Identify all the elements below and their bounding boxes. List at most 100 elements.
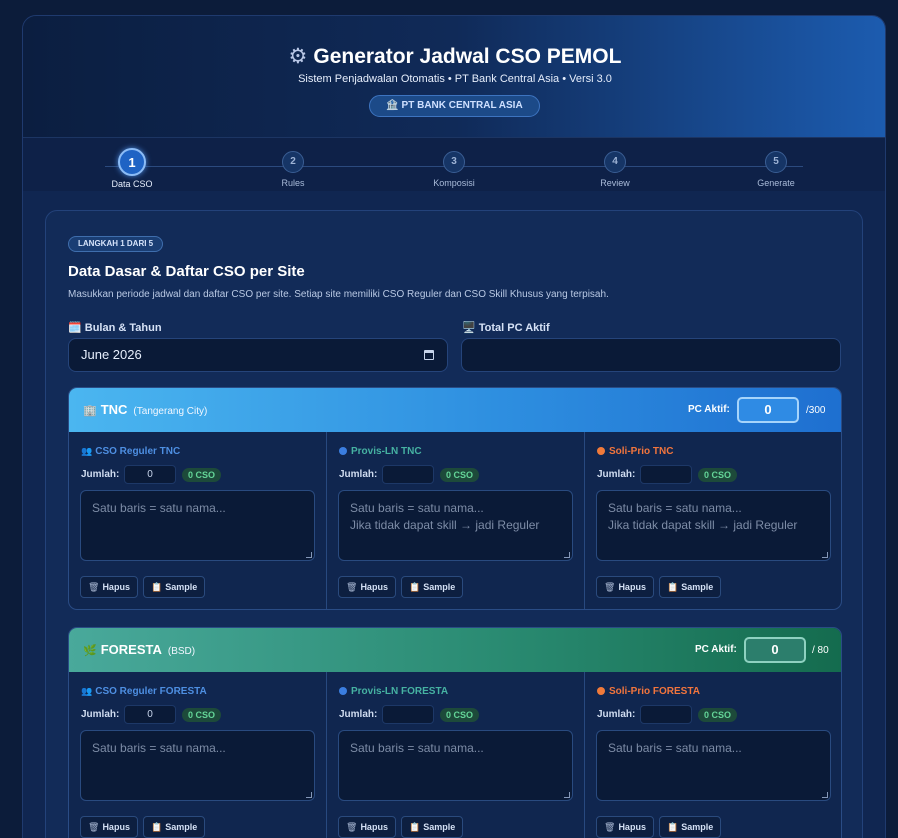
pc-aktif-label: PC Aktif: — [688, 404, 730, 415]
gear-icon: ⚙ — [288, 45, 308, 68]
pc-max: /300 — [806, 405, 826, 416]
section-title: Data Dasar & Daftar CSO per Site — [68, 263, 305, 280]
names-textarea[interactable]: Satu baris = satu nama... — [596, 730, 831, 801]
jumlah-label: Jumlah: — [81, 469, 120, 480]
cso-count-badge: 0 CSO — [698, 708, 738, 722]
pc-max: / 80 — [812, 645, 829, 656]
names-textarea[interactable]: Satu baris = satu nama... Jika tidak dap… — [338, 490, 573, 561]
header: ⚙ Generator Jadwal CSO PEMOL Sistem Penja… — [23, 16, 885, 137]
clipboard-icon: 📋 — [151, 582, 163, 592]
orange-dot-icon — [597, 687, 605, 695]
provis-ln-column: Provis-LN FORESTA Jumlah: 0 CSO Satu bar… — [327, 672, 585, 838]
hapus-button[interactable]: 🗑 Hapus — [80, 576, 138, 598]
site-foresta: 🌿 FORESTA (BSD) PC Aktif: 0 / 80 👥 CSO Regu… — [68, 627, 842, 838]
site-location: (BSD) — [167, 646, 196, 657]
pc-aktif-input[interactable]: 0 — [744, 637, 806, 663]
pc-aktif-input[interactable]: 0 — [737, 397, 799, 423]
clipboard-icon: 📋 — [151, 822, 163, 832]
sample-button[interactable]: 📋 Sample — [659, 576, 722, 598]
step-5[interactable]: 5 Generate — [736, 151, 816, 188]
trash-icon: 🗑 — [88, 582, 100, 592]
cso-reguler-column: 👥 CSO Reguler FORESTA Jumlah: 0 0 CSO Sat… — [69, 672, 327, 838]
step-4[interactable]: 4 Review — [575, 151, 655, 188]
hapus-button[interactable]: 🗑 Hapus — [338, 576, 396, 598]
hapus-label: Hapus — [360, 582, 388, 592]
sample-button[interactable]: 📋 Sample — [401, 576, 464, 598]
cso-count-badge: 0 CSO — [440, 708, 480, 722]
jumlah-input[interactable] — [640, 705, 692, 724]
step-label: Rules — [281, 178, 305, 188]
resize-handle-icon[interactable] — [822, 552, 828, 558]
jumlah-label: Jumlah: — [597, 469, 636, 480]
calendar-icon[interactable] — [424, 350, 434, 360]
app-window: ⚙ Generator Jadwal CSO PEMOL Sistem Penja… — [22, 15, 886, 838]
hapus-label: Hapus — [102, 822, 130, 832]
column-title-text: Soli-Prio TNC — [609, 446, 674, 457]
people-icon: 👥 — [81, 446, 93, 456]
resize-handle-icon[interactable] — [822, 792, 828, 798]
column-title: Provis-LN TNC — [339, 446, 422, 457]
jumlah-input[interactable] — [382, 465, 434, 484]
sample-button[interactable]: 📋 Sample — [401, 816, 464, 838]
resize-handle-icon[interactable] — [564, 552, 570, 558]
resize-handle-icon[interactable] — [564, 792, 570, 798]
column-title-text: Provis-LN TNC — [351, 446, 422, 457]
names-textarea[interactable]: Satu baris = satu nama... — [80, 730, 315, 801]
step-1[interactable]: 1 Data CSO — [92, 148, 172, 189]
page-subtitle: Sistem Penjadwalan Otomatis • PT Bank Ce… — [298, 73, 612, 85]
step-label: Generate — [757, 178, 795, 188]
hapus-button[interactable]: 🗑 Hapus — [80, 816, 138, 838]
step-3[interactable]: 3 Komposisi — [414, 151, 494, 188]
sample-label: Sample — [165, 582, 198, 592]
orange-dot-icon — [597, 447, 605, 455]
resize-handle-icon[interactable] — [306, 552, 312, 558]
cso-count-badge: 0 CSO — [440, 468, 480, 482]
blue-dot-icon — [339, 687, 347, 695]
clipboard-icon: 📋 — [667, 822, 679, 832]
hapus-button[interactable]: 🗑 Hapus — [596, 576, 654, 598]
form-card: LANGKAH 1 DARI 5 Data Dasar & Daftar CSO… — [45, 210, 863, 838]
hapus-button[interactable]: 🗑 Hapus — [596, 816, 654, 838]
hapus-button[interactable]: 🗑 Hapus — [338, 816, 396, 838]
names-textarea[interactable]: Satu baris = satu nama... Jika tidak dap… — [596, 490, 831, 561]
column-title: Soli-Prio TNC — [597, 446, 673, 457]
leaf-icon: 🌿 — [83, 645, 97, 657]
page-title: ⚙ Generator Jadwal CSO PEMOL — [23, 44, 885, 69]
site-name-text: TNC — [100, 402, 128, 417]
pc-aktif-label: PC Aktif: — [695, 644, 737, 655]
hapus-label: Hapus — [618, 582, 646, 592]
jumlah-input[interactable] — [640, 465, 692, 484]
title-text: Generator Jadwal CSO PEMOL — [313, 45, 622, 68]
total-pc-label: 🖥️ Total PC Aktif — [462, 322, 550, 334]
jumlah-label: Jumlah: — [597, 709, 636, 720]
jumlah-input[interactable]: 0 — [124, 465, 176, 484]
clipboard-icon: 📋 — [409, 582, 421, 592]
site-name-text: FORESTA — [100, 642, 162, 657]
total-pc-input[interactable] — [461, 338, 841, 372]
soli-prio-column: Soli-Prio TNC Jumlah: 0 CSO Satu baris =… — [585, 432, 841, 609]
month-input[interactable]: June 2026 — [68, 338, 448, 372]
sample-label: Sample — [423, 582, 456, 592]
jumlah-input[interactable] — [382, 705, 434, 724]
sample-button[interactable]: 📋 Sample — [143, 816, 206, 838]
step-2[interactable]: 2 Rules — [253, 151, 333, 188]
hapus-label: Hapus — [618, 822, 646, 832]
column-title: Provis-LN FORESTA — [339, 686, 448, 697]
site-name: 🏢 TNC (Tangerang City) — [83, 402, 207, 417]
sample-button[interactable]: 📋 Sample — [143, 576, 206, 598]
jumlah-input[interactable]: 0 — [124, 705, 176, 724]
trash-icon: 🗑 — [346, 822, 358, 832]
step-number: 3 — [443, 151, 465, 173]
building-icon: 🏢 — [83, 405, 97, 417]
names-textarea[interactable]: Satu baris = satu nama... — [80, 490, 315, 561]
trash-icon: 🗑 — [88, 822, 100, 832]
column-title: 👥 CSO Reguler TNC — [81, 446, 180, 457]
step-label: Review — [600, 178, 630, 188]
sample-button[interactable]: 📋 Sample — [659, 816, 722, 838]
names-textarea[interactable]: Satu baris = satu nama... — [338, 730, 573, 801]
resize-handle-icon[interactable] — [306, 792, 312, 798]
jumlah-label: Jumlah: — [339, 709, 378, 720]
section-description: Masukkan periode jadwal dan daftar CSO p… — [68, 289, 609, 300]
month-label: 🗓️ Bulan & Tahun — [68, 322, 162, 334]
step-number: 4 — [604, 151, 626, 173]
